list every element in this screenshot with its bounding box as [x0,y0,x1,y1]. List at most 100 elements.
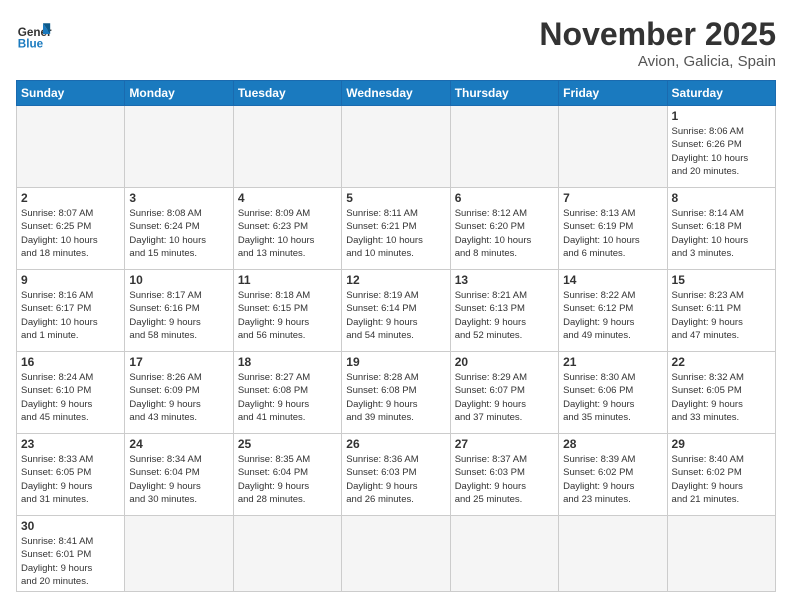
calendar-day-cell [125,516,233,592]
day-info: Sunrise: 8:40 AM Sunset: 6:02 PM Dayligh… [672,453,771,506]
calendar-header-monday: Monday [125,81,233,106]
calendar-day-cell: 3 Sunrise: 8:08 AM Sunset: 6:24 PM Daylig… [125,188,233,270]
day-info: Sunrise: 8:07 AM Sunset: 6:25 PM Dayligh… [21,207,120,260]
calendar-day-cell: 4 Sunrise: 8:09 AM Sunset: 6:23 PM Daylig… [233,188,341,270]
calendar-day-cell [125,106,233,188]
day-number: 15 [672,273,771,287]
calendar-day-cell: 21 Sunrise: 8:30 AM Sunset: 6:06 PM Dayli… [559,352,667,434]
calendar-day-cell: 2 Sunrise: 8:07 AM Sunset: 6:25 PM Daylig… [17,188,125,270]
calendar-day-cell: 11Sunrise: 8:18 AM Sunset: 6:15 PM Dayli… [233,270,341,352]
day-info: Sunrise: 8:08 AM Sunset: 6:24 PM Dayligh… [129,207,228,260]
calendar-day-cell [342,106,450,188]
calendar-day-cell: 25Sunrise: 8:35 AM Sunset: 6:04 PM Dayli… [233,434,341,516]
calendar-day-cell [667,516,775,592]
month-title: November 2025 [539,16,776,53]
day-info: Sunrise: 8:26 AM Sunset: 6:09 PM Dayligh… [129,371,228,424]
day-number: 12 [346,273,445,287]
day-info: Sunrise: 8:33 AM Sunset: 6:05 PM Dayligh… [21,453,120,506]
calendar-header-wednesday: Wednesday [342,81,450,106]
day-number: 23 [21,437,120,451]
day-info: Sunrise: 8:41 AM Sunset: 6:01 PM Dayligh… [21,535,120,588]
day-info: Sunrise: 8:17 AM Sunset: 6:16 PM Dayligh… [129,289,228,342]
calendar-day-cell [233,516,341,592]
calendar-week-row: 9 Sunrise: 8:16 AM Sunset: 6:17 PM Daylig… [17,270,776,352]
calendar-day-cell: 13 Sunrise: 8:21 AM Sunset: 6:13 PM Dayli… [450,270,558,352]
calendar-day-cell: 12Sunrise: 8:19 AM Sunset: 6:14 PM Dayli… [342,270,450,352]
calendar-week-row: 30 Sunrise: 8:41 AM Sunset: 6:01 PM Dayli… [17,516,776,592]
day-number: 1 [672,109,771,123]
calendar-day-cell: 10 Sunrise: 8:17 AM Sunset: 6:16 PM Dayli… [125,270,233,352]
day-info: Sunrise: 8:27 AM Sunset: 6:08 PM Dayligh… [238,371,337,424]
day-number: 2 [21,191,120,205]
day-number: 30 [21,519,120,533]
calendar-day-cell: 6Sunrise: 8:12 AM Sunset: 6:20 PM Daylig… [450,188,558,270]
day-info: Sunrise: 8:11 AM Sunset: 6:21 PM Dayligh… [346,207,445,260]
calendar-day-cell: 15Sunrise: 8:23 AM Sunset: 6:11 PM Dayli… [667,270,775,352]
day-info: Sunrise: 8:30 AM Sunset: 6:06 PM Dayligh… [563,371,662,424]
title-area: November 2025 Avion, Galicia, Spain [539,16,776,70]
day-number: 14 [563,273,662,287]
calendar-day-cell: 8Sunrise: 8:14 AM Sunset: 6:18 PM Daylig… [667,188,775,270]
day-number: 29 [672,437,771,451]
day-number: 28 [563,437,662,451]
day-number: 16 [21,355,120,369]
page-header: General Blue November 2025 Avion, Galici… [16,16,776,70]
day-number: 13 [455,273,554,287]
day-info: Sunrise: 8:39 AM Sunset: 6:02 PM Dayligh… [563,453,662,506]
calendar-day-cell: 30 Sunrise: 8:41 AM Sunset: 6:01 PM Dayli… [17,516,125,592]
calendar-table: SundayMondayTuesdayWednesdayThursdayFrid… [16,80,776,592]
calendar-day-cell: 24Sunrise: 8:34 AM Sunset: 6:04 PM Dayli… [125,434,233,516]
calendar-day-cell: 17 Sunrise: 8:26 AM Sunset: 6:09 PM Dayli… [125,352,233,434]
day-info: Sunrise: 8:06 AM Sunset: 6:26 PM Dayligh… [672,125,771,178]
day-number: 9 [21,273,120,287]
calendar-day-cell [559,106,667,188]
day-number: 21 [563,355,662,369]
day-number: 17 [129,355,228,369]
day-number: 25 [238,437,337,451]
calendar-day-cell: 26Sunrise: 8:36 AM Sunset: 6:03 PM Dayli… [342,434,450,516]
day-info: Sunrise: 8:32 AM Sunset: 6:05 PM Dayligh… [672,371,771,424]
day-number: 11 [238,273,337,287]
day-number: 19 [346,355,445,369]
day-info: Sunrise: 8:22 AM Sunset: 6:12 PM Dayligh… [563,289,662,342]
day-info: Sunrise: 8:16 AM Sunset: 6:17 PM Dayligh… [21,289,120,342]
calendar-day-cell: 27 Sunrise: 8:37 AM Sunset: 6:03 PM Dayli… [450,434,558,516]
location: Avion, Galicia, Spain [539,53,776,70]
day-number: 24 [129,437,228,451]
calendar-header-friday: Friday [559,81,667,106]
day-info: Sunrise: 8:14 AM Sunset: 6:18 PM Dayligh… [672,207,771,260]
day-info: Sunrise: 8:37 AM Sunset: 6:03 PM Dayligh… [455,453,554,506]
calendar-day-cell: 20 Sunrise: 8:29 AM Sunset: 6:07 PM Dayli… [450,352,558,434]
day-number: 7 [563,191,662,205]
day-number: 6 [455,191,554,205]
logo-icon: General Blue [16,16,52,52]
calendar-day-cell: 18Sunrise: 8:27 AM Sunset: 6:08 PM Dayli… [233,352,341,434]
calendar-day-cell: 5 Sunrise: 8:11 AM Sunset: 6:21 PM Daylig… [342,188,450,270]
day-info: Sunrise: 8:24 AM Sunset: 6:10 PM Dayligh… [21,371,120,424]
day-info: Sunrise: 8:28 AM Sunset: 6:08 PM Dayligh… [346,371,445,424]
day-number: 5 [346,191,445,205]
calendar-week-row: 1 Sunrise: 8:06 AM Sunset: 6:26 PM Daylig… [17,106,776,188]
calendar-header-tuesday: Tuesday [233,81,341,106]
day-info: Sunrise: 8:09 AM Sunset: 6:23 PM Dayligh… [238,207,337,260]
calendar-day-cell: 14 Sunrise: 8:22 AM Sunset: 6:12 PM Dayli… [559,270,667,352]
day-info: Sunrise: 8:29 AM Sunset: 6:07 PM Dayligh… [455,371,554,424]
calendar-day-cell: 16 Sunrise: 8:24 AM Sunset: 6:10 PM Dayli… [17,352,125,434]
day-number: 4 [238,191,337,205]
day-number: 27 [455,437,554,451]
day-info: Sunrise: 8:13 AM Sunset: 6:19 PM Dayligh… [563,207,662,260]
day-number: 20 [455,355,554,369]
calendar-day-cell: 19 Sunrise: 8:28 AM Sunset: 6:08 PM Dayli… [342,352,450,434]
calendar-day-cell: 9 Sunrise: 8:16 AM Sunset: 6:17 PM Daylig… [17,270,125,352]
day-number: 26 [346,437,445,451]
calendar-header-sunday: Sunday [17,81,125,106]
calendar-day-cell: 23 Sunrise: 8:33 AM Sunset: 6:05 PM Dayli… [17,434,125,516]
calendar-day-cell [450,106,558,188]
calendar-header-saturday: Saturday [667,81,775,106]
svg-text:Blue: Blue [18,38,44,51]
calendar-day-cell: 7 Sunrise: 8:13 AM Sunset: 6:19 PM Daylig… [559,188,667,270]
day-number: 3 [129,191,228,205]
day-number: 10 [129,273,228,287]
calendar-day-cell: 29 Sunrise: 8:40 AM Sunset: 6:02 PM Dayli… [667,434,775,516]
day-info: Sunrise: 8:21 AM Sunset: 6:13 PM Dayligh… [455,289,554,342]
